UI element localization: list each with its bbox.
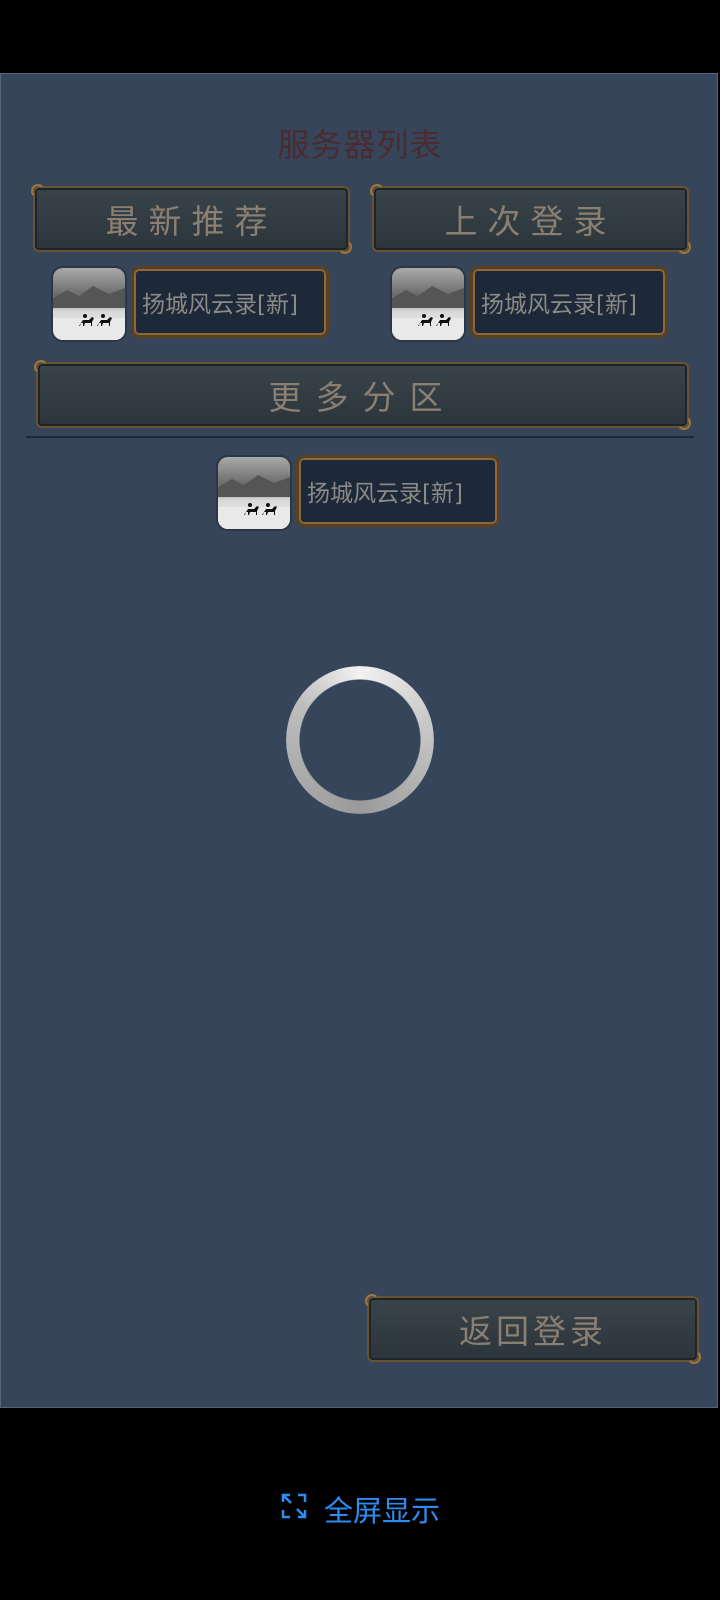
loading-spinner-icon — [286, 666, 434, 814]
server-thumbnail — [392, 268, 464, 340]
server-thumbnail — [53, 268, 125, 340]
fullscreen-toggle[interactable]: 全屏显示 — [0, 1488, 720, 1530]
server-name: 扬城风云录[新] — [470, 266, 668, 338]
divider — [26, 436, 694, 438]
fullscreen-icon — [280, 1492, 308, 1527]
fullscreen-label: 全屏显示 — [323, 1494, 440, 1528]
tab-recommended[interactable]: 最新推荐 — [31, 184, 352, 254]
back-to-login-button[interactable]: 返回登录 — [365, 1294, 701, 1364]
page-title: 服务器列表 — [277, 126, 443, 164]
server-thumbnail — [218, 457, 290, 529]
tab-more-zones[interactable]: 更多分区 — [34, 360, 691, 430]
server-name: 扬城风云录[新] — [131, 266, 329, 338]
server-name: 扬城风云录[新] — [296, 455, 500, 527]
tab-last-login[interactable]: 上次登录 — [370, 184, 691, 254]
